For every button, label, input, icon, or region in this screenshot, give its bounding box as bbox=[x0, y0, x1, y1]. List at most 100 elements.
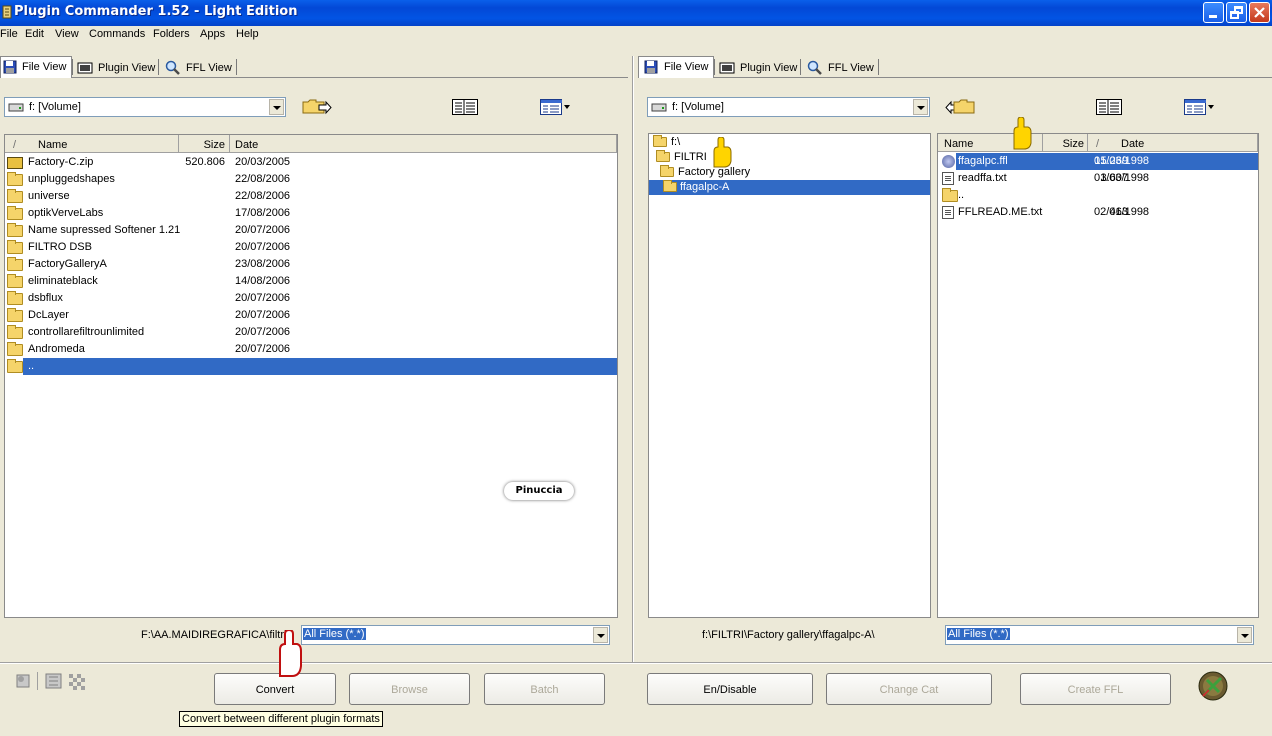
left-drive-select[interactable]: f: [Volume] bbox=[4, 97, 286, 117]
file-row[interactable]: ffagalpc.ffl 15.269 01/03/1998 bbox=[942, 153, 1258, 170]
header-label: Size bbox=[203, 139, 225, 151]
file-row[interactable]: Factory-C.zip 520.806 20/03/2005 bbox=[7, 154, 617, 171]
file-date: 20/07/2006 bbox=[235, 309, 291, 321]
button-label: Create FFL bbox=[1067, 684, 1124, 696]
folder-tree[interactable]: f:\ FILTRI Factory gallery ffagalpc-A bbox=[648, 133, 931, 618]
file-row[interactable]: DcLayer 20/07/2006 bbox=[7, 307, 617, 324]
file-date: 01/03/1998 bbox=[1094, 172, 1150, 184]
detail-view-icon[interactable] bbox=[540, 99, 572, 115]
minimize-button[interactable] bbox=[1203, 2, 1224, 23]
en-disable-button[interactable]: En/Disable bbox=[647, 673, 813, 705]
file-row[interactable]: FFLREAD.ME.txt 463 02/01/1998 bbox=[942, 204, 1258, 221]
left-drive-value: f: [Volume] bbox=[29, 101, 81, 113]
tab-label: FFL View bbox=[828, 62, 874, 74]
file-row[interactable]: readffa.txt 3.607 01/03/1998 bbox=[942, 170, 1258, 187]
tab-file-view-left[interactable]: File View bbox=[0, 56, 72, 78]
column-header-size[interactable]: Size bbox=[179, 135, 230, 153]
window-title: Plugin Commander 1.52 - Light Edition bbox=[14, 4, 298, 19]
right-file-list[interactable]: Name Size / Date ffagalpc.ffl 15.269 01/03… bbox=[937, 133, 1259, 618]
menu-commands[interactable]: Commands bbox=[89, 28, 145, 40]
file-row[interactable]: controllarefiltrounlimited 20/07/2006 bbox=[7, 324, 617, 341]
panel-splitter[interactable] bbox=[632, 56, 634, 662]
file-name: unpluggedshapes bbox=[28, 173, 115, 185]
tab-plugin-view-right[interactable]: Plugin View bbox=[716, 56, 800, 78]
column-header-date[interactable]: Date bbox=[230, 135, 617, 153]
convert-tooltip: Convert between different plugin formats bbox=[179, 711, 383, 727]
file-row[interactable]: Andromeda 20/07/2006 bbox=[7, 341, 617, 358]
detail-view-icon[interactable] bbox=[1184, 99, 1216, 115]
file-row[interactable]: .. bbox=[942, 187, 1258, 204]
plugin-view-icon bbox=[77, 62, 93, 74]
folder-icon bbox=[7, 172, 23, 186]
menu-bar: File Edit View Commands Folders Apps Hel… bbox=[0, 26, 1272, 44]
file-row[interactable]: FILTRO DSB 20/07/2006 bbox=[7, 239, 617, 256]
batch-button[interactable]: Batch bbox=[484, 673, 605, 705]
file-row[interactable]: .. bbox=[7, 358, 617, 375]
chevron-down-icon[interactable] bbox=[913, 99, 928, 115]
menu-apps[interactable]: Apps bbox=[200, 28, 225, 40]
browse-button[interactable]: Browse bbox=[349, 673, 470, 705]
close-icon bbox=[1254, 7, 1265, 18]
tab-ffl-view-right[interactable]: FFL View bbox=[804, 56, 878, 78]
folder-open-icon bbox=[653, 135, 667, 147]
column-header-name[interactable]: / Name bbox=[5, 135, 179, 153]
file-date: 22/08/2006 bbox=[235, 190, 291, 202]
brief-view-icon[interactable] bbox=[452, 99, 478, 115]
copy-to-left-icon[interactable] bbox=[945, 98, 975, 116]
column-header-date[interactable]: / Date bbox=[1088, 134, 1258, 152]
tab-file-view-right[interactable]: File View bbox=[638, 56, 714, 78]
left-filter-value: All Files (*.*) bbox=[303, 628, 366, 640]
drive-icon bbox=[651, 103, 667, 112]
file-row[interactable]: eliminateblack 14/08/2006 bbox=[7, 273, 617, 290]
menu-folders[interactable]: Folders bbox=[153, 28, 190, 40]
file-row[interactable]: unpluggedshapes 22/08/2006 bbox=[7, 171, 617, 188]
tab-separator bbox=[236, 59, 237, 75]
file-row[interactable]: optikVerveLabs 17/08/2006 bbox=[7, 205, 617, 222]
restore-button[interactable] bbox=[1226, 2, 1247, 23]
chevron-down-icon[interactable] bbox=[1237, 627, 1252, 643]
file-date: 20/07/2006 bbox=[235, 292, 291, 304]
header-label: Size bbox=[1062, 138, 1084, 150]
right-filter-select[interactable]: All Files (*.*) bbox=[945, 625, 1254, 645]
left-file-list[interactable]: / Name Size Date Factory-C.zip 520.806 20/… bbox=[4, 134, 618, 618]
watermark-badge: Pinuccia bbox=[504, 482, 574, 500]
right-drive-select[interactable]: f: [Volume] bbox=[647, 97, 930, 117]
file-row[interactable]: dsbflux 20/07/2006 bbox=[7, 290, 617, 307]
plugin-settings-icon[interactable] bbox=[14, 672, 32, 690]
file-date: 22/08/2006 bbox=[235, 173, 291, 185]
file-row[interactable]: FactoryGalleryA 23/08/2006 bbox=[7, 256, 617, 273]
brief-view-icon[interactable] bbox=[1096, 99, 1122, 115]
tree-node-ffagalpc-a[interactable]: ffagalpc-A bbox=[649, 180, 930, 195]
file-row[interactable]: universe 22/08/2006 bbox=[7, 188, 617, 205]
file-name: controllarefiltrounlimited bbox=[28, 326, 145, 338]
tab-label: FFL View bbox=[186, 62, 232, 74]
menu-view[interactable]: View bbox=[55, 28, 79, 40]
plugin-view-icon bbox=[719, 62, 735, 74]
change-cat-button[interactable]: Change Cat bbox=[826, 673, 992, 705]
checker-icon[interactable] bbox=[68, 673, 86, 691]
tab-plugin-view-left[interactable]: Plugin View bbox=[74, 56, 158, 78]
close-button[interactable] bbox=[1249, 2, 1270, 23]
create-ffl-button[interactable]: Create FFL bbox=[1020, 673, 1171, 705]
title-bar: Plugin Commander 1.52 - Light Edition bbox=[0, 0, 1272, 26]
tab-separator bbox=[714, 59, 715, 75]
right-drive-value: f: [Volume] bbox=[672, 101, 724, 113]
plugin-grid-icon[interactable] bbox=[45, 672, 63, 690]
chevron-down-icon[interactable] bbox=[269, 99, 284, 115]
chevron-down-icon[interactable] bbox=[593, 627, 608, 643]
left-filter-select[interactable]: All Files (*.*) bbox=[301, 625, 610, 645]
file-name: .. bbox=[28, 360, 35, 372]
folder-icon bbox=[7, 257, 23, 271]
menu-file[interactable]: File bbox=[0, 28, 18, 40]
tab-ffl-view-left[interactable]: FFL View bbox=[162, 56, 236, 78]
copy-to-right-icon[interactable] bbox=[302, 98, 332, 116]
parent-folder-icon bbox=[7, 359, 23, 373]
file-date: 20/07/2006 bbox=[235, 224, 291, 236]
column-header-size[interactable]: Size bbox=[1043, 134, 1088, 152]
menu-help[interactable]: Help bbox=[236, 28, 259, 40]
bottom-separator bbox=[0, 662, 1272, 664]
file-row[interactable]: Name supressed Softener 1.21 20/07/2006 bbox=[7, 222, 617, 239]
menu-edit[interactable]: Edit bbox=[25, 28, 44, 40]
pointing-hand-icon bbox=[713, 137, 732, 168]
tab-label: Plugin View bbox=[98, 62, 156, 74]
